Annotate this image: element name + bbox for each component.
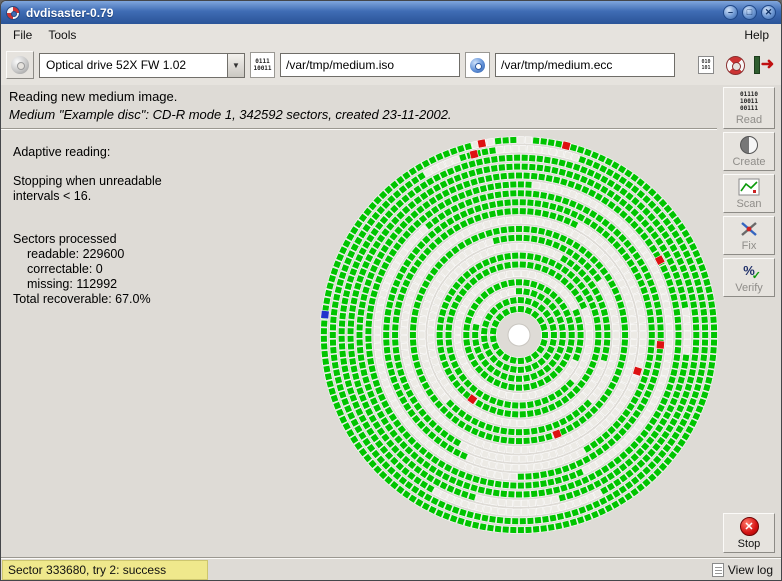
verify-button[interactable]: % ✓ Verify <box>723 258 775 297</box>
fix-button-label: Fix <box>742 240 757 252</box>
ecc-disc-icon <box>470 58 485 73</box>
view-log-button[interactable]: View log <box>712 560 773 580</box>
quit-door-icon <box>754 56 760 74</box>
iso-icon-line1: 0111 <box>255 58 269 65</box>
status-line2: Medium "Example disc": CD-R mode 1, 3425… <box>9 107 709 122</box>
total-recoverable: Total recoverable: 67.0% <box>13 292 293 307</box>
stop-button-label: Stop <box>738 538 761 550</box>
read-binary-icon: 01110 10011 00111 <box>740 91 758 112</box>
adaptive-reading-title: Adaptive reading: <box>13 145 293 160</box>
ecc-path-input[interactable] <box>495 53 675 77</box>
yin-yang-icon <box>740 136 758 154</box>
verify-percent-icon: % ✓ <box>739 262 759 280</box>
ecc-file-icon <box>465 52 490 78</box>
scan-button-label: Scan <box>736 198 761 210</box>
preferences-button[interactable]: 010 101 <box>694 53 718 77</box>
close-button[interactable]: ✕ <box>761 5 776 20</box>
read-button[interactable]: 01110 10011 00111 Read <box>723 87 775 129</box>
stopping-line1: Stopping when unreadable <box>13 174 293 189</box>
correctable-count: correctable: 0 <box>27 262 293 277</box>
stopping-line2: intervals < 16. <box>13 189 293 204</box>
reading-info-panel: Adaptive reading: Stopping when unreadab… <box>13 145 293 307</box>
quit-arrow-icon: ➜ <box>761 57 774 73</box>
menu-help[interactable]: Help <box>736 26 777 44</box>
crossed-tools-icon <box>738 220 760 238</box>
sectors-processed-title: Sectors processed <box>13 232 293 247</box>
iso-image-icon: 0111 10011 <box>250 52 275 78</box>
verify-button-label: Verify <box>735 282 763 294</box>
view-log-label: View log <box>728 563 773 577</box>
status-area: Reading new medium image. Medium "Exampl… <box>1 85 717 128</box>
menubar: File Tools Help <box>1 24 781 45</box>
iso-icon-line2: 10011 <box>253 65 271 72</box>
statusbar: Sector 333680, try 2: success View log <box>1 558 781 580</box>
lifesaver-help-icon <box>726 56 745 75</box>
status-line1: Reading new medium image. <box>9 89 709 104</box>
missing-count: missing: 112992 <box>27 277 293 292</box>
read-icon-line1: 01110 <box>740 91 758 98</box>
cd-drive-icon <box>11 56 29 74</box>
check-glyph: ✓ <box>752 271 761 282</box>
read-button-label: Read <box>736 114 762 126</box>
read-icon-line2: 10011 <box>740 98 758 105</box>
stop-icon: ✕ <box>740 517 759 536</box>
window-title: dvdisaster-0.79 <box>26 6 719 20</box>
minimize-button[interactable]: – <box>723 5 738 20</box>
create-button-label: Create <box>732 156 765 168</box>
chevron-down-icon[interactable]: ▼ <box>227 54 244 77</box>
app-window: dvdisaster-0.79 – □ ✕ File Tools Help Op… <box>0 0 782 581</box>
preferences-icon: 010 101 <box>698 56 714 74</box>
action-sidebar: 01110 10011 00111 Read Create Scan <box>720 87 778 553</box>
create-button[interactable]: Create <box>723 132 775 171</box>
fix-button[interactable]: Fix <box>723 216 775 255</box>
menu-file[interactable]: File <box>5 26 40 44</box>
iso-path-input[interactable] <box>280 53 460 77</box>
read-icon-line3: 00111 <box>740 105 758 112</box>
drive-combobox-value: Optical drive 52X FW 1.02 <box>40 58 227 72</box>
log-file-icon <box>712 563 724 577</box>
stop-button[interactable]: ✕ Stop <box>723 513 775 553</box>
sector-spiral <box>297 129 737 553</box>
menu-tools[interactable]: Tools <box>40 26 84 44</box>
titlebar[interactable]: dvdisaster-0.79 – □ ✕ <box>1 1 781 24</box>
sector-status-message: Sector 333680, try 2: success <box>2 560 208 580</box>
scan-chart-icon <box>738 178 760 196</box>
toolbar: Optical drive 52X FW 1.02 ▼ 0111 10011 0… <box>1 45 781 85</box>
quit-button[interactable]: ➜ <box>752 53 776 77</box>
prefs-icon-line2: 101 <box>701 65 710 71</box>
help-button[interactable] <box>723 53 747 77</box>
drive-combobox[interactable]: Optical drive 52X FW 1.02 ▼ <box>39 53 245 78</box>
scan-button[interactable]: Scan <box>723 174 775 213</box>
app-icon <box>6 6 20 20</box>
maximize-button[interactable]: □ <box>742 5 757 20</box>
drive-select-button[interactable] <box>6 51 34 79</box>
readable-count: readable: 229600 <box>27 247 293 262</box>
